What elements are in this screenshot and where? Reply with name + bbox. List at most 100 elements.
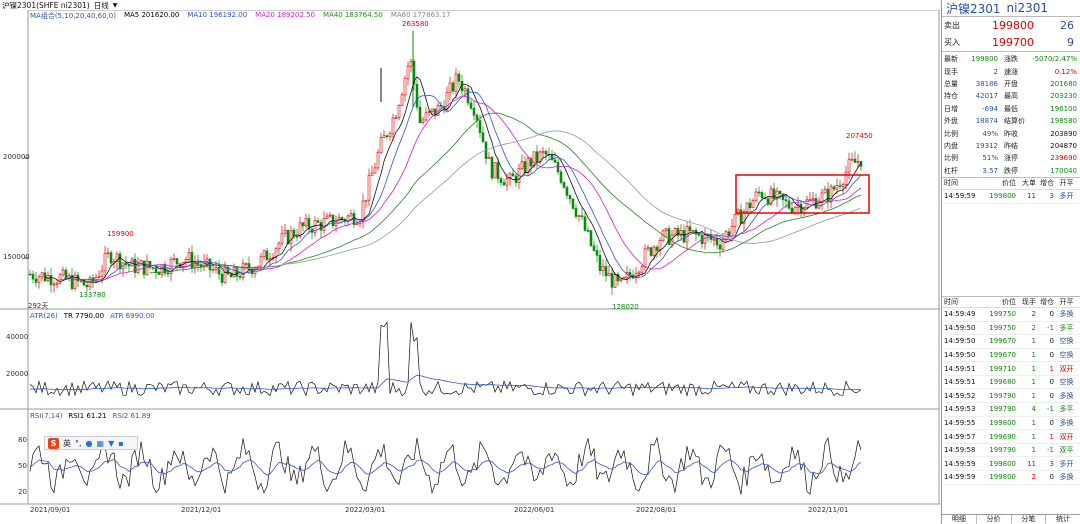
symbol-label[interactable]: 沪镍2301(SHFE ni2301) xyxy=(2,0,90,11)
candle-body xyxy=(400,94,404,106)
tick-cell: 199800 xyxy=(989,473,1016,482)
tick-cell: 11 xyxy=(1027,459,1036,468)
ime-lang[interactable]: 英 xyxy=(63,438,71,449)
panel-title: 沪镍2301 ni2301 xyxy=(942,0,1080,17)
y-label-150000: 150000 xyxy=(3,253,30,261)
rsi1-line xyxy=(29,436,862,495)
tick-cell: 1 xyxy=(1031,378,1036,387)
panel-tabs[interactable]: 明细 分价 分笔 统计 xyxy=(942,514,1080,524)
candle-body xyxy=(496,162,500,179)
tick-cell: 199680 xyxy=(989,378,1016,387)
chevron-down-icon[interactable]: ▼ xyxy=(113,2,118,9)
candle-body xyxy=(601,266,605,271)
tick-row[interactable]: 14:59:53 199790 4 -1 多平 xyxy=(942,403,1080,417)
tick-row[interactable]: 14:59:51 199680 1 0 空换 xyxy=(942,376,1080,390)
candle-body xyxy=(157,272,161,275)
candle-body xyxy=(103,253,107,272)
candle-body xyxy=(85,284,89,288)
candle-body xyxy=(406,65,410,79)
tick-row[interactable]: 14:59:49 199750 2 0 多换 xyxy=(942,308,1080,322)
tr-line xyxy=(29,321,862,397)
left-low-annotation: 133780 xyxy=(79,291,106,299)
candle-body xyxy=(760,192,764,199)
tick-row[interactable]: 14:59:59 199800 2 0 多换 xyxy=(942,471,1080,485)
candle-body xyxy=(430,108,434,112)
ma-legend: MA组合(5,10,20,40,60,0) MA5 201620.00 MA10 1… xyxy=(30,11,451,21)
candle-body xyxy=(613,273,617,288)
candle-body xyxy=(568,195,572,200)
chart-area[interactable]: MA组合(5,10,20,40,60,0) MA5 201620.00 MA10 1… xyxy=(0,10,940,514)
tick-row[interactable]: 14:59:50 199670 1 0 空换 xyxy=(942,349,1080,363)
tick-cell: 199800 xyxy=(989,459,1016,468)
candle-body xyxy=(826,188,830,203)
chart-title-bar[interactable]: 沪镍2301(SHFE ni2301) 日线 ▼ xyxy=(0,0,940,10)
tick-cell: 多换 xyxy=(1059,391,1074,400)
punctuation-icon[interactable]: °, xyxy=(75,439,82,448)
candle-body xyxy=(283,230,287,234)
tick-cell: 0 xyxy=(1049,378,1054,387)
tick-cell: 2 xyxy=(1031,310,1036,319)
candle-body xyxy=(166,272,170,275)
panel-code: ni2301 xyxy=(1006,1,1049,15)
candle-body xyxy=(499,178,503,183)
tick-row[interactable]: 14:59:51 199710 1 1 双开 xyxy=(942,362,1080,376)
bid-row[interactable]: 买入 199700 9 xyxy=(942,34,1080,51)
quote-value: 170040 xyxy=(1050,166,1077,175)
tick-row[interactable]: 14:59:50 199670 1 0 空换 xyxy=(942,335,1080,349)
tick-cell: 2 xyxy=(1031,323,1036,332)
tick-row[interactable]: 14:59:52 199790 1 0 多换 xyxy=(942,389,1080,404)
period-label[interactable]: 日线 xyxy=(94,0,109,11)
grid-icon[interactable]: ▪ xyxy=(118,439,123,448)
quote-key: 跌停 xyxy=(1004,166,1018,175)
column-header: 开平 xyxy=(1059,179,1074,188)
shirt-icon[interactable]: ▼ xyxy=(108,439,114,448)
ask-price[interactable]: 199800 xyxy=(964,19,1034,32)
microphone-icon[interactable]: ● xyxy=(86,439,93,448)
tick-row[interactable]: 14:59:57 199690 1 1 双开 xyxy=(942,430,1080,444)
candle-body xyxy=(457,73,461,82)
candle-body xyxy=(292,229,296,237)
candle-body xyxy=(427,111,431,114)
atr-legend-item: TR 7790.00 xyxy=(63,312,105,320)
chart-canvas[interactable] xyxy=(0,10,940,514)
candle-body xyxy=(355,223,359,226)
candle-body xyxy=(793,207,797,214)
bid-price[interactable]: 199700 xyxy=(964,36,1034,49)
candle-body xyxy=(394,117,398,119)
tick-list[interactable]: 14:59:49 199750 2 0 多换 14:59:50 199750 2 -1 多平 14:… xyxy=(942,308,1080,485)
tick-row[interactable]: 14:59:55 199800 1 0 多换 xyxy=(942,417,1080,431)
candle-body xyxy=(298,222,302,237)
quote-value: 198580 xyxy=(1050,117,1077,126)
ask-row[interactable]: 卖出 199800 26 xyxy=(942,17,1080,34)
candle-body xyxy=(34,278,38,283)
candle-body xyxy=(187,252,191,260)
x-label-1: 2021/12/01 xyxy=(181,506,222,514)
tick-row[interactable]: 14:59:58 199790 1 -1 双平 xyxy=(942,444,1080,458)
tick-row[interactable]: 14:59:50 199750 2 -1 多平 xyxy=(942,322,1080,336)
candle-body xyxy=(214,266,218,270)
panel-tab[interactable]: 分价 xyxy=(977,515,1012,524)
candle-body xyxy=(757,191,761,194)
tick-row[interactable]: 14:59:59 199800 11 3 多开 xyxy=(942,457,1080,472)
panel-tab[interactable]: 分笔 xyxy=(1012,515,1047,524)
tick-row[interactable]: 14:59:59 199800 11 3 多开 xyxy=(942,190,1080,204)
candle-body xyxy=(127,264,131,267)
panel-tab[interactable]: 统计 xyxy=(1046,515,1080,524)
chart-frame xyxy=(27,10,940,505)
y-label-20000: 20000 xyxy=(6,370,29,378)
quote-value: 204870 xyxy=(1050,141,1077,150)
quote-row: 内盘 19312 昨结 204870 xyxy=(942,140,1080,152)
candle-body xyxy=(772,188,776,200)
candle-body xyxy=(472,108,476,116)
keyboard-icon[interactable]: ▦ xyxy=(97,439,105,448)
ma10-line xyxy=(59,91,862,282)
candle-body xyxy=(301,222,305,227)
tick-cell: 多开 xyxy=(1059,192,1074,201)
tick-cell: 199790 xyxy=(989,446,1016,455)
candle-body xyxy=(262,250,266,257)
panel-tab[interactable]: 明细 xyxy=(942,515,977,524)
sogou-logo-icon[interactable]: S xyxy=(48,437,59,449)
tick-cell: 1 xyxy=(1049,432,1054,441)
ime-toolbar[interactable]: S 英 °, ● ▦ ▼ ▪ xyxy=(44,436,138,450)
candle-body xyxy=(607,272,611,277)
